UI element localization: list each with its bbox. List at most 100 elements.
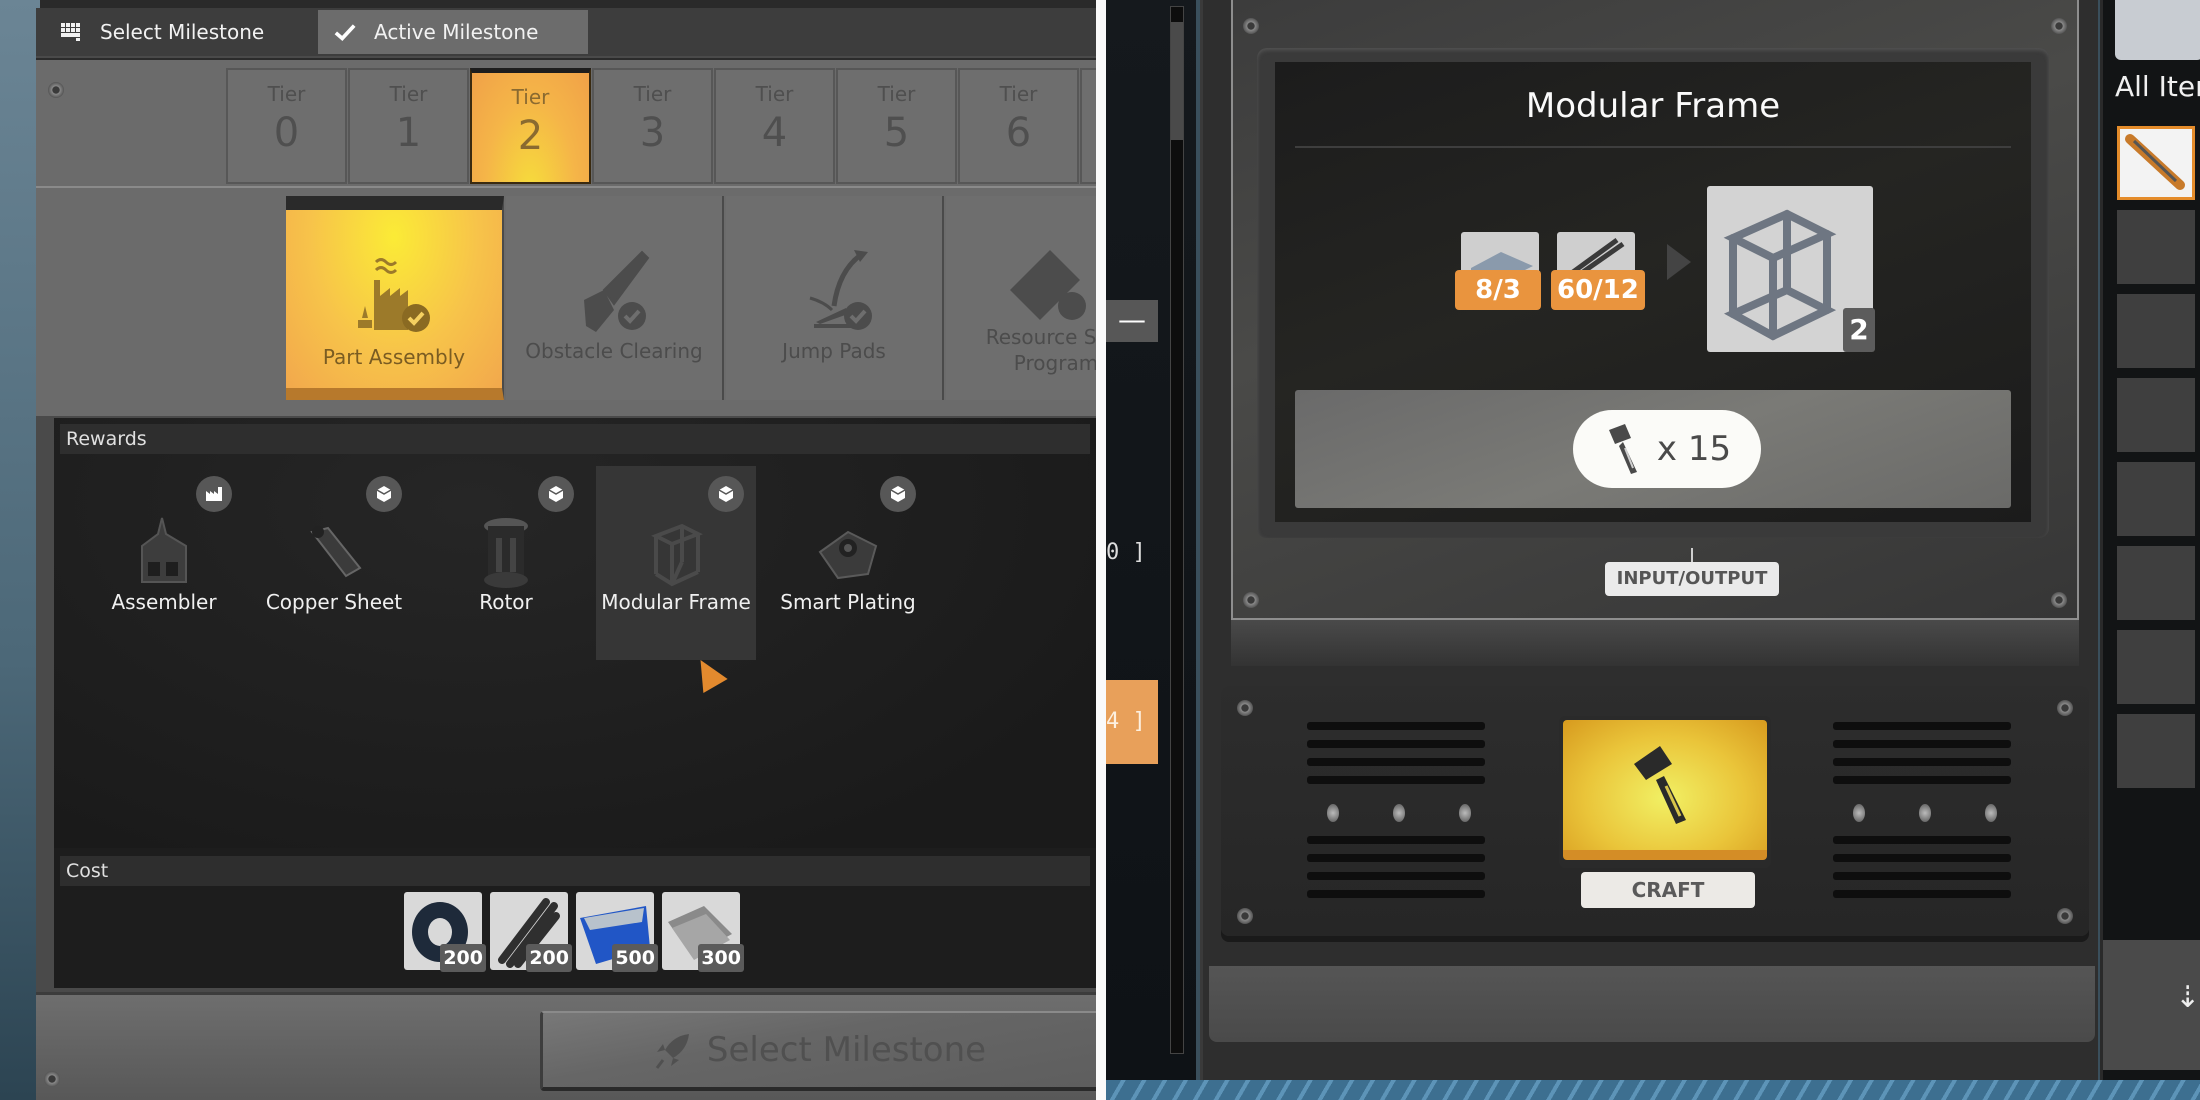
select-milestone-label: Select Milestone bbox=[706, 1030, 987, 1070]
inventory-slot[interactable] bbox=[2117, 294, 2195, 368]
screw-icon bbox=[48, 82, 64, 98]
tier-number: 5 bbox=[883, 110, 910, 156]
screw-icon bbox=[44, 1071, 60, 1087]
craft-clicks-count: x 15 bbox=[1656, 429, 1732, 469]
cost-header: Cost bbox=[60, 856, 1090, 886]
milestone-part-assembly[interactable]: Part Assembly bbox=[286, 196, 504, 400]
base-plate bbox=[1209, 966, 2095, 1042]
reward-item-smart-plating[interactable]: Smart Plating bbox=[768, 466, 928, 660]
reward-item-assembler[interactable]: Assembler bbox=[84, 466, 244, 660]
assembler-icon bbox=[141, 517, 187, 583]
tab-label: Select Milestone bbox=[100, 20, 265, 44]
tier-label: Tier bbox=[755, 82, 794, 106]
tab-label: Active Milestone bbox=[374, 20, 539, 44]
craft-button-face[interactable] bbox=[1563, 720, 1767, 860]
inventory-slot[interactable] bbox=[2117, 210, 2195, 284]
inventory-slot-selected[interactable] bbox=[2117, 126, 2195, 200]
milestone-tabs: Select Milestone Active Milestone bbox=[36, 8, 1096, 56]
select-milestone-button[interactable]: Select Milestone bbox=[540, 1011, 1096, 1091]
split-divider bbox=[1096, 0, 1106, 1100]
xeno-zapper-icon bbox=[2125, 134, 2185, 190]
reward-item-modular-frame[interactable]: Modular Frame bbox=[596, 466, 756, 660]
screw-icon bbox=[2051, 592, 2067, 608]
ingredient-amount: 8/3 bbox=[1455, 270, 1541, 310]
reward-item-copper-sheet[interactable]: Copper Sheet bbox=[254, 466, 414, 660]
collapse-button[interactable]: — bbox=[1106, 300, 1158, 342]
cost-quantity: 500 bbox=[612, 944, 658, 972]
ingredient-reinforced-iron-plate[interactable]: 8/3 bbox=[1455, 232, 1541, 310]
recipe-title: Modular Frame bbox=[1525, 86, 1781, 126]
panel-footer: Select Milestone bbox=[36, 992, 1096, 1100]
cost-item-iron-plate[interactable]: 300 bbox=[662, 892, 744, 972]
tier-label: Tier bbox=[511, 85, 550, 109]
vent-grille bbox=[1307, 722, 1485, 794]
milestone-obstacle-clearing[interactable]: Obstacle Clearing bbox=[506, 196, 724, 400]
cost-section: Cost 200 200 500 300 bbox=[54, 848, 1096, 988]
scrollbar[interactable] bbox=[1170, 6, 1184, 1054]
tab-active-milestone[interactable]: Active Milestone bbox=[318, 10, 588, 54]
copper-sheet-icon bbox=[310, 526, 362, 578]
vent-grille bbox=[1833, 836, 2011, 908]
tier-number: 2 bbox=[517, 113, 544, 159]
screw-icon bbox=[2057, 908, 2073, 924]
tab-select-milestone[interactable]: Select Milestone bbox=[44, 10, 314, 54]
inventory-slot[interactable] bbox=[2117, 378, 2195, 452]
grid-icon bbox=[60, 23, 82, 41]
screw-icon bbox=[1243, 18, 1259, 34]
rewards-header: Rewards bbox=[60, 424, 1090, 454]
game-background bbox=[0, 0, 40, 1100]
cost-item-iron-rod[interactable]: 200 bbox=[490, 892, 572, 972]
tier-4-button[interactable]: Tier 4 bbox=[714, 68, 835, 184]
highlighted-entry[interactable]: 4 ] bbox=[1106, 680, 1158, 764]
indicator-lights bbox=[1853, 804, 1997, 822]
output-count: 2 bbox=[1843, 308, 1875, 352]
smart-plating-icon bbox=[818, 530, 878, 580]
tier-2-button[interactable]: Tier 2 bbox=[470, 68, 591, 184]
tier-1-button[interactable]: Tier 1 bbox=[348, 68, 469, 184]
title-divider bbox=[1295, 146, 2011, 148]
factory-check-icon bbox=[358, 258, 430, 332]
tier-0-button[interactable]: Tier 0 bbox=[226, 68, 347, 184]
inventory-slot[interactable] bbox=[2117, 714, 2195, 788]
tier-5-button[interactable]: Tier 5 bbox=[836, 68, 957, 184]
tier-6-button[interactable]: Tier 6 bbox=[958, 68, 1079, 184]
screw-icon bbox=[2057, 700, 2073, 716]
recipe-badge-icon bbox=[538, 476, 574, 512]
craft-button[interactable] bbox=[1559, 716, 1771, 868]
screw-icon bbox=[1243, 592, 1259, 608]
cost-quantity: 200 bbox=[440, 944, 486, 972]
jump-pad-check-icon bbox=[809, 250, 872, 330]
milestone-jump-pads[interactable]: Jump Pads bbox=[726, 196, 944, 400]
tier-label: Tier bbox=[267, 82, 306, 106]
output-item-modular-frame[interactable]: 2 bbox=[1707, 186, 1875, 352]
sort-icon[interactable]: ⇣≡ bbox=[2175, 980, 2200, 1015]
cost-item-screw[interactable]: 500 bbox=[576, 892, 658, 972]
ingredient-iron-rod[interactable]: 60/12 bbox=[1551, 232, 1645, 310]
tier-number: 4 bbox=[761, 110, 788, 156]
tier-label: Tier bbox=[633, 82, 672, 106]
inventory-slot[interactable] bbox=[2117, 546, 2195, 620]
arrow-right-icon bbox=[1667, 244, 1691, 280]
ingredient-amount: 60/12 bbox=[1551, 270, 1645, 310]
inventory-slot[interactable] bbox=[2117, 462, 2195, 536]
tier-number: 3 bbox=[639, 110, 666, 156]
reward-label: Smart Plating bbox=[780, 590, 916, 614]
tier-selector: Tier 0 Tier 1 Tier 2 Tier 3 Tier 4 Tier 5 Tier… bbox=[36, 58, 1110, 186]
milestone-resource-sink[interactable]: Resource Sink Program bbox=[946, 196, 1096, 400]
reward-item-rotor[interactable]: Rotor bbox=[426, 466, 586, 660]
tier-label: Tier bbox=[877, 82, 916, 106]
milestone-label: Obstacle Clearing bbox=[525, 339, 703, 363]
cost-quantity: 300 bbox=[698, 944, 744, 972]
tier-label: Tier bbox=[389, 82, 428, 106]
screw-icon bbox=[1237, 908, 1253, 924]
inventory-slot[interactable] bbox=[2117, 630, 2195, 704]
reward-label: Modular Frame bbox=[601, 590, 751, 614]
tier-3-button[interactable]: Tier 3 bbox=[592, 68, 713, 184]
hammer-icon bbox=[1608, 424, 1637, 474]
reinforced-plate-icon bbox=[1471, 252, 1533, 272]
iron-rod-icon bbox=[1571, 237, 1625, 275]
recipe-screen: Modular Frame 8/3 60/12 2 x 15 bbox=[1275, 62, 2031, 522]
scrollbar-thumb[interactable] bbox=[1171, 22, 1183, 140]
cost-item-cable[interactable]: 200 bbox=[404, 892, 486, 972]
craft-label: CRAFT bbox=[1581, 872, 1755, 908]
